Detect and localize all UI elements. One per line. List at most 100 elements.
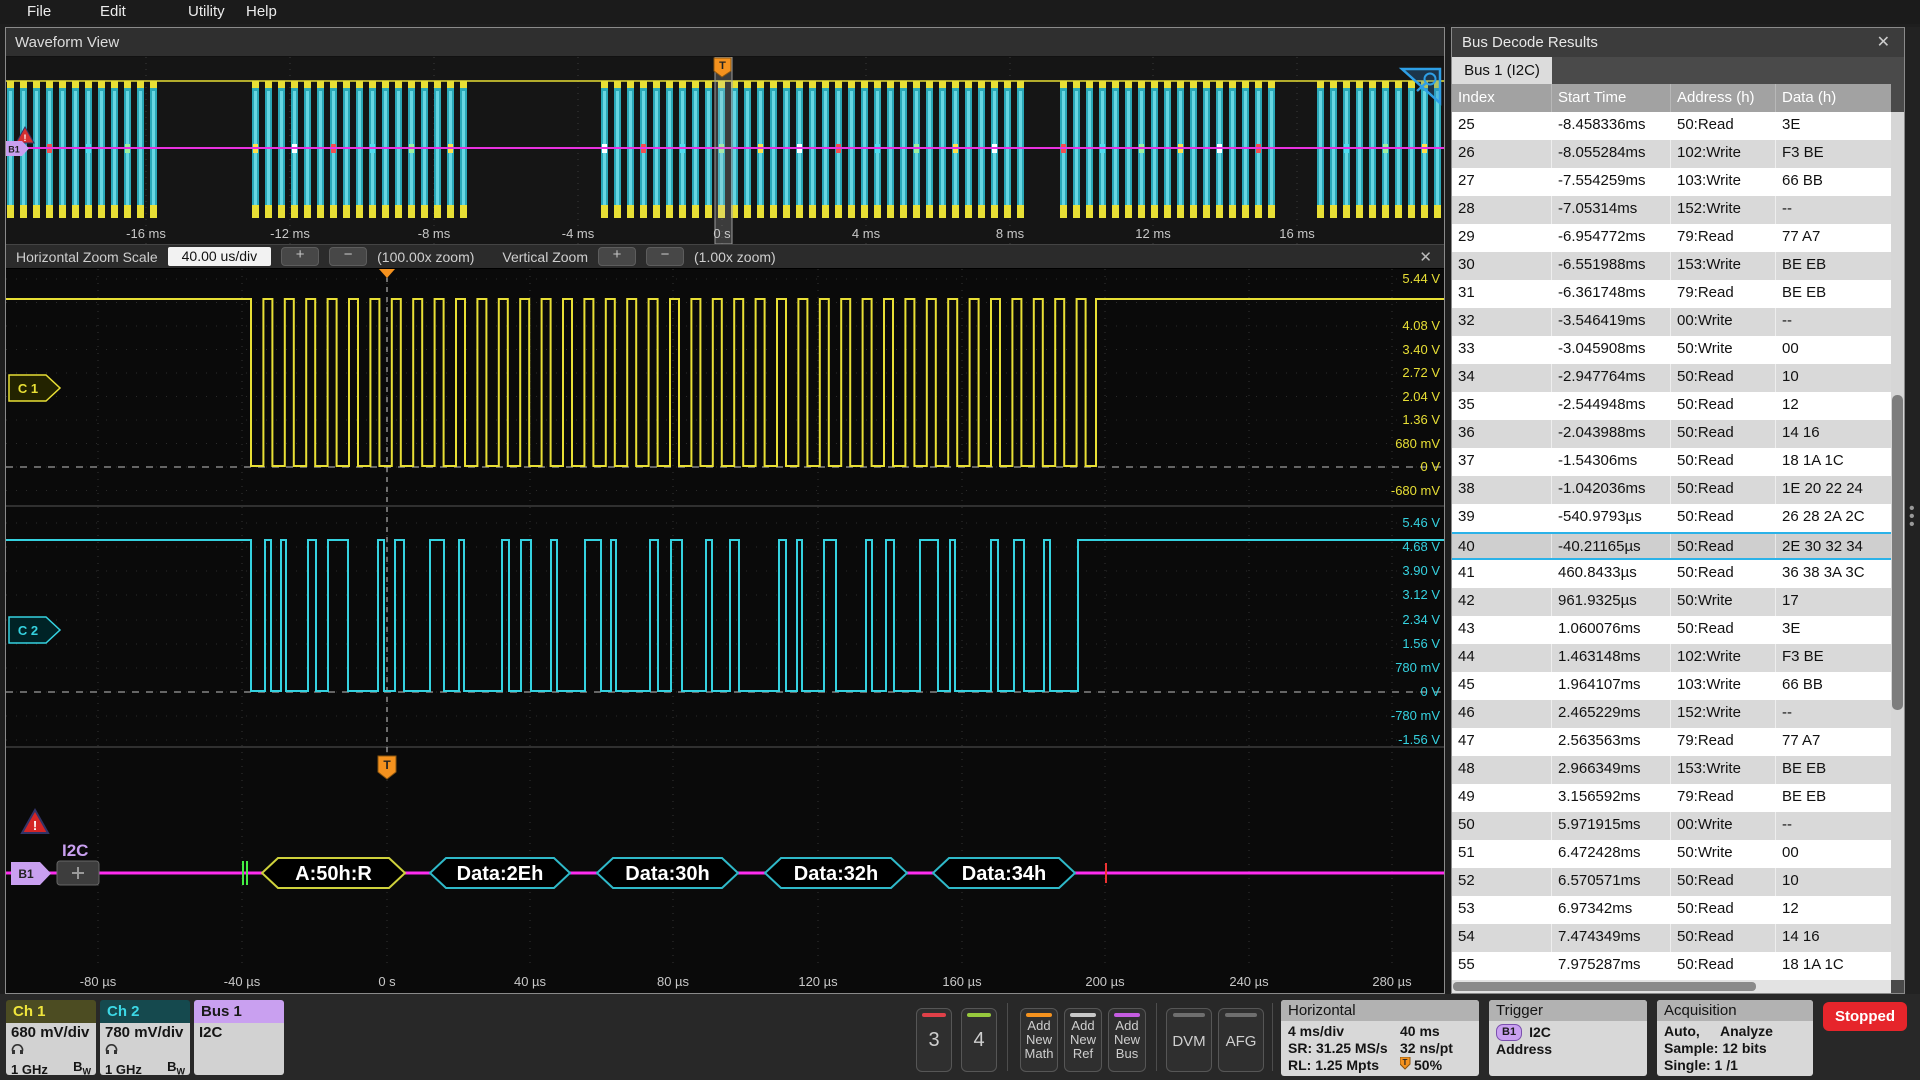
- add-new-math-button[interactable]: Add New Math: [1020, 1008, 1058, 1072]
- trigger-position-flag[interactable]: T: [378, 756, 396, 779]
- h-zoom-scale-label: Horizontal Zoom Scale: [16, 249, 158, 265]
- stopped-button[interactable]: Stopped: [1823, 1002, 1907, 1031]
- bus-warning-icon[interactable]: !: [22, 810, 48, 833]
- bus1-badge[interactable]: Bus 1 I2C: [194, 1000, 284, 1075]
- h-zoom-minus-button[interactable]: −: [329, 247, 367, 266]
- ch2-tag[interactable]: C 2: [9, 617, 60, 643]
- channel4-button[interactable]: 4: [961, 1008, 997, 1072]
- table-row[interactable]: 39-540.9793µs50:Read26 28 2A 2C: [1452, 504, 1891, 532]
- channel1-badge[interactable]: Ch 1 680 mV/div 1 GHz BW: [6, 1000, 96, 1075]
- tab-bus1-i2c[interactable]: Bus 1 (I2C): [1452, 57, 1552, 84]
- table-cell: -2.544948ms: [1552, 392, 1671, 420]
- table-row[interactable]: 42961.9325µs50:Write17: [1452, 588, 1891, 616]
- h-zoom-scale-input[interactable]: 40.00 us/div: [168, 247, 272, 266]
- table-cell: 18 1A 1C: [1776, 952, 1891, 980]
- ch2-scale-label: 3.12 V: [1402, 587, 1440, 602]
- table-cell: 45: [1452, 672, 1552, 700]
- vertical-scrollbar-thumb[interactable]: [1892, 395, 1903, 710]
- dvm-button[interactable]: DVM: [1166, 1008, 1212, 1072]
- clipping-warning-icon: !: [16, 127, 34, 143]
- svg-text:A:50h:R: A:50h:R: [295, 863, 372, 885]
- table-row[interactable]: 557.975287ms50:Read18 1A 1C: [1452, 952, 1891, 980]
- table-cell: 152:Write: [1671, 700, 1776, 728]
- table-cell: 79:Read: [1671, 728, 1776, 756]
- vertical-scrollbar[interactable]: [1891, 112, 1904, 980]
- afg-button[interactable]: AFG: [1218, 1008, 1264, 1072]
- table-row[interactable]: 462.465229ms152:Write--: [1452, 700, 1891, 728]
- ch1-trace[interactable]: [6, 299, 1444, 466]
- ch1-scale-label: 2.72 V: [1402, 365, 1440, 380]
- table-row[interactable]: 451.964107ms103:Write66 BB: [1452, 672, 1891, 700]
- channel2-badge[interactable]: Ch 2 780 mV/div 1 GHz BW: [100, 1000, 190, 1075]
- table-row[interactable]: 526.570571ms50:Read10: [1452, 868, 1891, 896]
- table-row[interactable]: 27-7.554259ms103:Write66 BB: [1452, 168, 1891, 196]
- menu-utility[interactable]: Utility: [188, 3, 225, 20]
- table-cell: 14 16: [1776, 420, 1891, 448]
- table-row[interactable]: 37-1.54306ms50:Read18 1A 1C: [1452, 448, 1891, 476]
- overview-time-label: -8 ms: [418, 226, 451, 241]
- table-row[interactable]: 431.060076ms50:Read3E: [1452, 616, 1891, 644]
- table-row[interactable]: 41460.8433µs50:Read36 38 3A 3C: [1452, 560, 1891, 588]
- menu-edit[interactable]: Edit: [100, 3, 126, 20]
- horizontal-scrollbar[interactable]: [1452, 980, 1891, 993]
- table-row[interactable]: 516.472428ms50:Write00: [1452, 840, 1891, 868]
- horizontal-window: 40 ms: [1400, 1023, 1440, 1040]
- splitter-handle-icon[interactable]: •••: [1909, 505, 1915, 529]
- table-row[interactable]: 34-2.947764ms50:Read10: [1452, 364, 1891, 392]
- v-zoom-minus-button[interactable]: −: [646, 247, 684, 266]
- zoom-waveform[interactable]: C 1C 2T!I2CB1A:50h:RData:2EhData:30hData…: [6, 269, 1444, 993]
- table-row[interactable]: 547.474349ms50:Read14 16: [1452, 924, 1891, 952]
- svg-text:C 1: C 1: [18, 381, 38, 396]
- horizontal-scrollbar-thumb[interactable]: [1453, 982, 1756, 991]
- zoom-close-icon[interactable]: ✕: [1419, 248, 1432, 266]
- panel-close-icon[interactable]: ✕: [1877, 28, 1890, 57]
- ch2-trace[interactable]: [6, 540, 1444, 691]
- h-zoom-plus-button[interactable]: +: [281, 247, 319, 266]
- table-row[interactable]: 33-3.045908ms50:Write00: [1452, 336, 1891, 364]
- table-row[interactable]: 31-6.361748ms79:ReadBE EB: [1452, 280, 1891, 308]
- col-index[interactable]: Index: [1452, 84, 1552, 112]
- table-row[interactable]: 25-8.458336ms50:Read3E: [1452, 112, 1891, 140]
- table-cell: BE EB: [1776, 280, 1891, 308]
- table-cell: 46: [1452, 700, 1552, 728]
- table-row[interactable]: 26-8.055284ms102:WriteF3 BE: [1452, 140, 1891, 168]
- table-row[interactable]: 472.563563ms79:Read77 A7: [1452, 728, 1891, 756]
- acquisition-panel[interactable]: Acquisition Auto, Analyze Sample: 12 bit…: [1657, 1000, 1813, 1076]
- add-new-bus-button[interactable]: Add New Bus: [1108, 1008, 1146, 1072]
- channel3-button[interactable]: 3: [916, 1008, 952, 1072]
- bus-expand-button[interactable]: [57, 861, 99, 885]
- col-start-time[interactable]: Start Time: [1552, 84, 1671, 112]
- table-row[interactable]: 28-7.05314ms152:Write--: [1452, 196, 1891, 224]
- overview-time-label: -12 ms: [270, 226, 310, 241]
- table-cell: 6.570571ms: [1552, 868, 1671, 896]
- table-row[interactable]: 40-40.21165µs50:Read2E 30 32 34: [1452, 532, 1891, 560]
- table-row[interactable]: 441.463148ms102:WriteF3 BE: [1452, 644, 1891, 672]
- table-row[interactable]: 35-2.544948ms50:Read12: [1452, 392, 1891, 420]
- table-row[interactable]: 29-6.954772ms79:Read77 A7: [1452, 224, 1891, 252]
- ch1-scale-label: -680 mV: [1391, 483, 1440, 498]
- table-row[interactable]: 482.966349ms153:WriteBE EB: [1452, 756, 1891, 784]
- horizontal-panel[interactable]: Horizontal 4 ms/div 40 ms SR: 31.25 MS/s…: [1281, 1000, 1479, 1076]
- v-zoom-plus-button[interactable]: +: [598, 247, 636, 266]
- overview-waveform[interactable]: T!B1 -16 ms-12 ms-8 ms-4 ms0 s4 ms8 ms12…: [6, 57, 1444, 244]
- ch2-scale-label: 2.34 V: [1402, 612, 1440, 627]
- table-body: 25-8.458336ms50:Read3E26-8.055284ms102:W…: [1452, 112, 1891, 980]
- table-row[interactable]: 38-1.042036ms50:Read1E 20 22 24: [1452, 476, 1891, 504]
- table-row[interactable]: 36-2.043988ms50:Read14 16: [1452, 420, 1891, 448]
- table-row[interactable]: 32-3.546419ms00:Write--: [1452, 308, 1891, 336]
- menu-help[interactable]: Help: [246, 3, 277, 20]
- overview-waveform-svg: T!B1: [6, 57, 1444, 244]
- add-new-ref-button[interactable]: Add New Ref: [1064, 1008, 1102, 1072]
- ch1-tag[interactable]: C 1: [9, 375, 60, 401]
- bus1-tag[interactable]: B1: [11, 862, 51, 885]
- table-row[interactable]: 505.971915ms00:Write--: [1452, 812, 1891, 840]
- col-data[interactable]: Data (h): [1776, 84, 1891, 112]
- trigger-panel[interactable]: Trigger B1 I2C Address: [1489, 1000, 1647, 1076]
- table-row[interactable]: 30-6.551988ms153:WriteBE EB: [1452, 252, 1891, 280]
- overview-time-label: -4 ms: [562, 226, 595, 241]
- zoom-time-label: 40 µs: [514, 974, 546, 989]
- menu-file[interactable]: File: [27, 3, 51, 20]
- table-row[interactable]: 536.97342ms50:Read12: [1452, 896, 1891, 924]
- table-row[interactable]: 493.156592ms79:ReadBE EB: [1452, 784, 1891, 812]
- col-address[interactable]: Address (h): [1671, 84, 1776, 112]
